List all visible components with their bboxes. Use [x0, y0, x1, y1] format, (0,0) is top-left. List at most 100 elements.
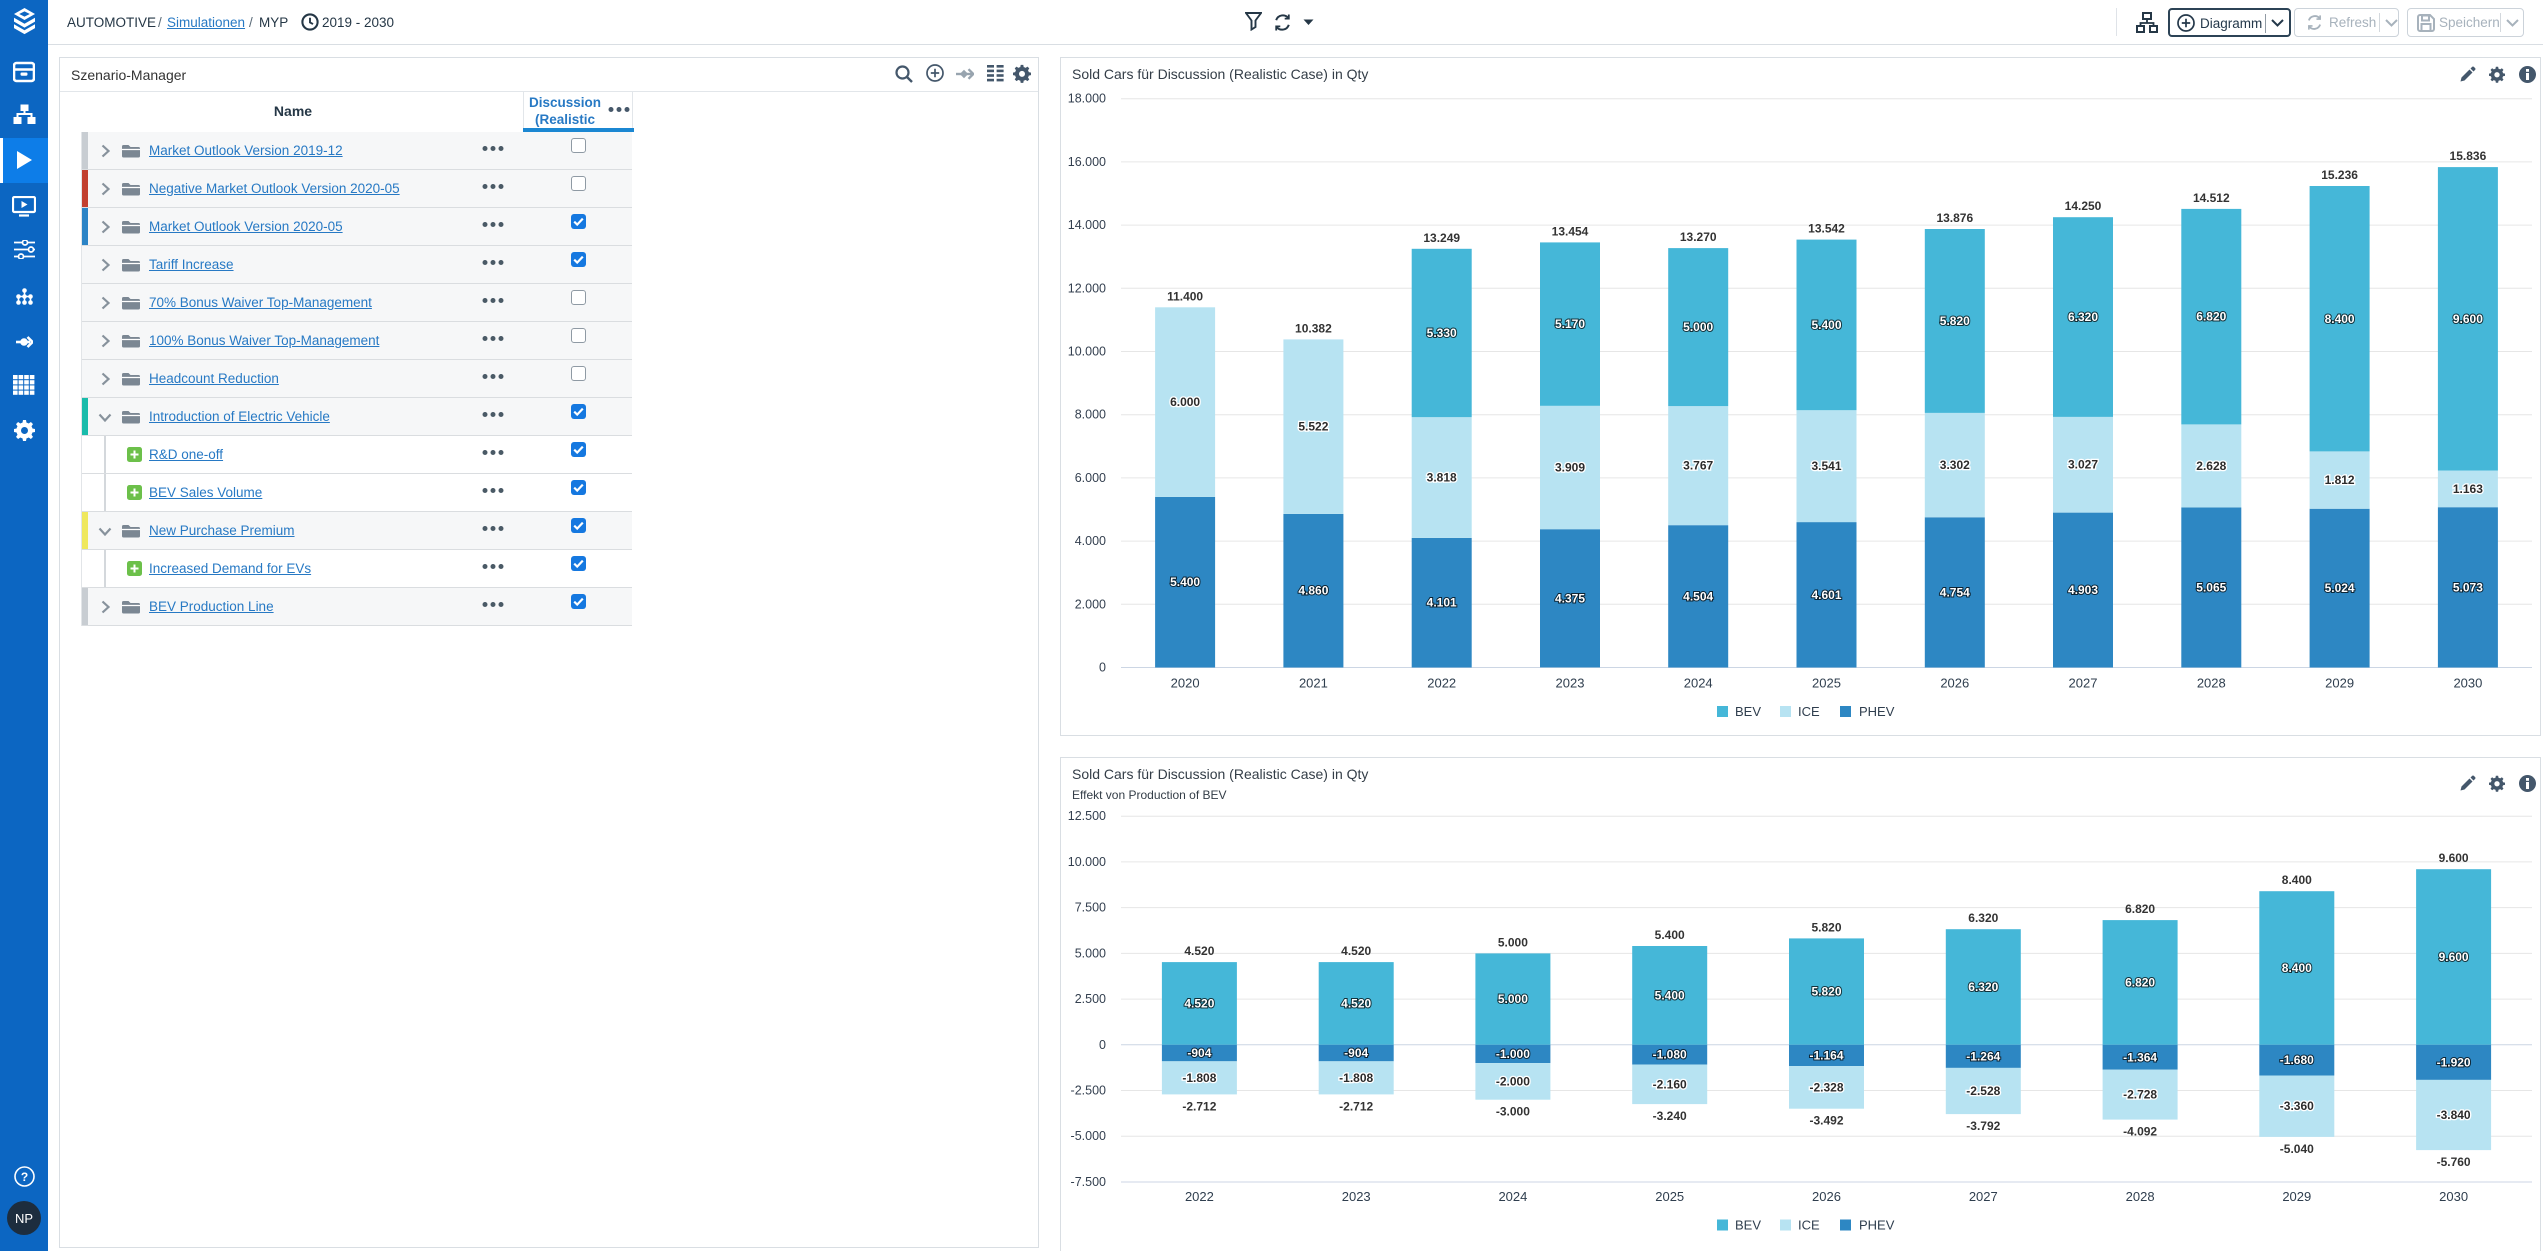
svg-text:BEV: BEV	[1735, 704, 1761, 719]
svg-text:6.820: 6.820	[2125, 975, 2155, 989]
svg-text:2030: 2030	[2439, 1189, 2468, 1204]
svg-text:10.000: 10.000	[1068, 855, 1106, 869]
svg-text:15.236: 15.236	[2321, 168, 2358, 182]
svg-text:4.601: 4.601	[1811, 588, 1841, 602]
svg-text:4.000: 4.000	[1075, 534, 1106, 548]
svg-text:2030: 2030	[2453, 676, 2482, 691]
svg-text:13.454: 13.454	[1552, 224, 1589, 238]
svg-text:3.541: 3.541	[1811, 459, 1841, 473]
svg-text:2.000: 2.000	[1075, 597, 1106, 611]
svg-text:13.876: 13.876	[1936, 211, 1973, 225]
svg-text:2021: 2021	[1299, 676, 1328, 691]
svg-text:6.320: 6.320	[1968, 980, 1998, 994]
svg-text:-2.328: -2.328	[1809, 1080, 1843, 1094]
svg-text:2029: 2029	[2282, 1189, 2311, 1204]
svg-text:-2.712: -2.712	[1339, 1099, 1373, 1113]
svg-text:3.909: 3.909	[1555, 461, 1585, 475]
svg-text:-5.760: -5.760	[2437, 1155, 2471, 1169]
svg-text:5.065: 5.065	[2196, 581, 2226, 595]
svg-text:6.820: 6.820	[2125, 902, 2155, 916]
svg-text:ICE: ICE	[1798, 704, 1820, 719]
svg-text:2020: 2020	[1171, 676, 1200, 691]
svg-text:-1.920: -1.920	[2437, 1055, 2471, 1069]
svg-text:2023: 2023	[1556, 676, 1585, 691]
svg-text:3.027: 3.027	[2068, 458, 2098, 472]
svg-text:-1.000: -1.000	[1496, 1047, 1530, 1061]
svg-text:2027: 2027	[1969, 1189, 1998, 1204]
svg-text:-5.040: -5.040	[2280, 1142, 2314, 1156]
svg-text:Sold Cars für Discussion (Real: Sold Cars für Discussion (Realistic Case…	[1072, 66, 1368, 82]
svg-text:Sold Cars für Discussion (Real: Sold Cars für Discussion (Realistic Case…	[1072, 766, 1368, 782]
svg-text:7.500: 7.500	[1075, 901, 1106, 915]
svg-text:2028: 2028	[2126, 1189, 2155, 1204]
svg-text:2027: 2027	[2069, 676, 2098, 691]
svg-text:5.330: 5.330	[1427, 326, 1457, 340]
svg-text:-3.840: -3.840	[2437, 1108, 2471, 1122]
svg-text:5.170: 5.170	[1555, 317, 1585, 331]
svg-text:10.000: 10.000	[1068, 345, 1106, 359]
svg-text:-1.808: -1.808	[1182, 1071, 1216, 1085]
svg-text:-1.680: -1.680	[2280, 1053, 2314, 1067]
svg-text:6.000: 6.000	[1170, 395, 1200, 409]
svg-text:ICE: ICE	[1798, 1218, 1820, 1233]
svg-text:3.302: 3.302	[1940, 458, 1970, 472]
svg-text:-3.492: -3.492	[1809, 1114, 1843, 1128]
svg-text:5.820: 5.820	[1940, 314, 1970, 328]
svg-text:4.754: 4.754	[1940, 585, 1970, 599]
svg-text:-1.264: -1.264	[1966, 1049, 2000, 1063]
svg-text:5.073: 5.073	[2453, 580, 2483, 594]
svg-text:4.101: 4.101	[1427, 596, 1457, 610]
svg-text:4.375: 4.375	[1555, 591, 1585, 605]
svg-text:2.500: 2.500	[1075, 992, 1106, 1006]
svg-text:6.000: 6.000	[1075, 471, 1106, 485]
svg-text:-2.712: -2.712	[1182, 1099, 1216, 1113]
svg-text:8.000: 8.000	[1075, 408, 1106, 422]
svg-text:-7.500: -7.500	[1071, 1175, 1106, 1189]
svg-text:6.820: 6.820	[2196, 310, 2226, 324]
svg-text:0: 0	[1099, 661, 1106, 675]
svg-text:2026: 2026	[1812, 1189, 1841, 1204]
svg-text:2025: 2025	[1812, 676, 1841, 691]
svg-text:13.249: 13.249	[1423, 231, 1460, 245]
svg-text:2024: 2024	[1498, 1189, 1527, 1204]
svg-text:4.520: 4.520	[1184, 944, 1214, 958]
svg-text:-3.360: -3.360	[2280, 1099, 2314, 1113]
svg-text:5.820: 5.820	[1811, 920, 1841, 934]
svg-text:5.400: 5.400	[1170, 575, 1200, 589]
svg-text:2022: 2022	[1185, 1189, 1214, 1204]
svg-text:18.000: 18.000	[1068, 92, 1106, 106]
svg-text:2.628: 2.628	[2196, 459, 2226, 473]
svg-text:4.504: 4.504	[1683, 589, 1713, 603]
svg-text:0: 0	[1099, 1038, 1106, 1052]
svg-text:14.000: 14.000	[1068, 218, 1106, 232]
svg-text:15.836: 15.836	[2450, 149, 2487, 163]
svg-text:-2.500: -2.500	[1071, 1084, 1106, 1098]
svg-text:4.520: 4.520	[1184, 997, 1214, 1011]
svg-text:16.000: 16.000	[1068, 155, 1106, 169]
svg-text:-1.164: -1.164	[1809, 1048, 1843, 1062]
svg-text:5.000: 5.000	[1498, 935, 1528, 949]
svg-text:6.320: 6.320	[2068, 310, 2098, 324]
svg-text:5.400: 5.400	[1655, 928, 1685, 942]
svg-text:PHEV: PHEV	[1859, 704, 1895, 719]
svg-text:5.522: 5.522	[1298, 420, 1328, 434]
svg-text:1.812: 1.812	[2325, 473, 2355, 487]
svg-text:2023: 2023	[1342, 1189, 1371, 1204]
svg-text:9.600: 9.600	[2439, 950, 2469, 964]
svg-text:1.163: 1.163	[2453, 482, 2483, 496]
svg-text:-2.000: -2.000	[1496, 1074, 1530, 1088]
svg-text:2028: 2028	[2197, 676, 2226, 691]
svg-text:9.600: 9.600	[2439, 851, 2469, 865]
svg-text:PHEV: PHEV	[1859, 1218, 1895, 1233]
svg-text:4.520: 4.520	[1341, 944, 1371, 958]
svg-text:8.400: 8.400	[2282, 873, 2312, 887]
svg-text:4.903: 4.903	[2068, 583, 2098, 597]
svg-text:2026: 2026	[1940, 676, 1969, 691]
svg-text:-3.000: -3.000	[1496, 1105, 1530, 1119]
svg-text:-5.000: -5.000	[1071, 1129, 1106, 1143]
svg-text:-904: -904	[1344, 1046, 1368, 1060]
svg-text:3.767: 3.767	[1683, 459, 1713, 473]
svg-text:5.820: 5.820	[1811, 985, 1841, 999]
svg-text:5.000: 5.000	[1683, 320, 1713, 334]
svg-text:14.512: 14.512	[2193, 191, 2230, 205]
